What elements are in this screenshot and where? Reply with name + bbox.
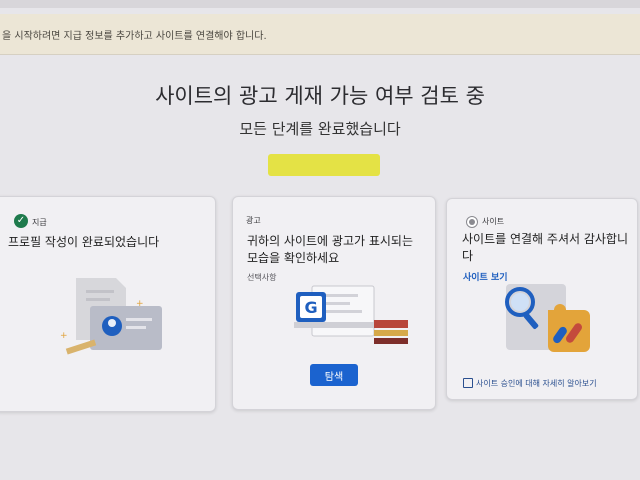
svg-text:+: + <box>136 299 144 309</box>
g-letter: G <box>305 298 318 317</box>
page-subtitle: 모든 단계를 완료했습니다 <box>239 120 401 138</box>
radio-icon <box>466 216 478 228</box>
notice-banner: 을 시작하려면 지급 정보를 추가하고 사이트를 연결해야 합니다. <box>0 14 640 55</box>
banner-text: 을 시작하려면 지급 정보를 추가하고 사이트를 연결해야 합니다. <box>2 31 267 42</box>
svg-text:+: + <box>60 331 68 341</box>
external-link-icon <box>463 378 473 388</box>
learn-more-link[interactable]: 사이트 승인에 대해 자세히 알아보기 <box>476 378 597 389</box>
payment-tag: 지급 <box>32 218 47 227</box>
ads-heading-line1: 귀하의 사이트에 광고가 표시되는 <box>247 234 414 248</box>
site-heading-line2: 다 <box>462 249 474 263</box>
check-circle-icon: ✓ <box>14 214 28 228</box>
page-title: 사이트의 광고 게재 가능 여부 검토 중 <box>155 84 485 108</box>
ads-preview-illustration: G <box>294 285 408 344</box>
ads-heading-line2: 모습을 확인하세요 <box>247 251 340 265</box>
profile-illustration: + + <box>60 278 162 355</box>
optional-label: 선택사항 <box>247 273 277 282</box>
explore-button[interactable]: 탐색 <box>310 364 358 386</box>
site-connect-illustration <box>505 284 590 352</box>
site-heading-line1: 사이트를 연결해 주셔서 감사합니 <box>462 232 629 246</box>
highlighter-mark <box>268 154 380 176</box>
payment-heading: 프로필 작성이 완료되었습니다 <box>8 235 160 249</box>
ads-tag: 광고 <box>246 216 261 225</box>
top-bar <box>0 0 640 8</box>
site-tag: 사이트 <box>482 217 505 226</box>
